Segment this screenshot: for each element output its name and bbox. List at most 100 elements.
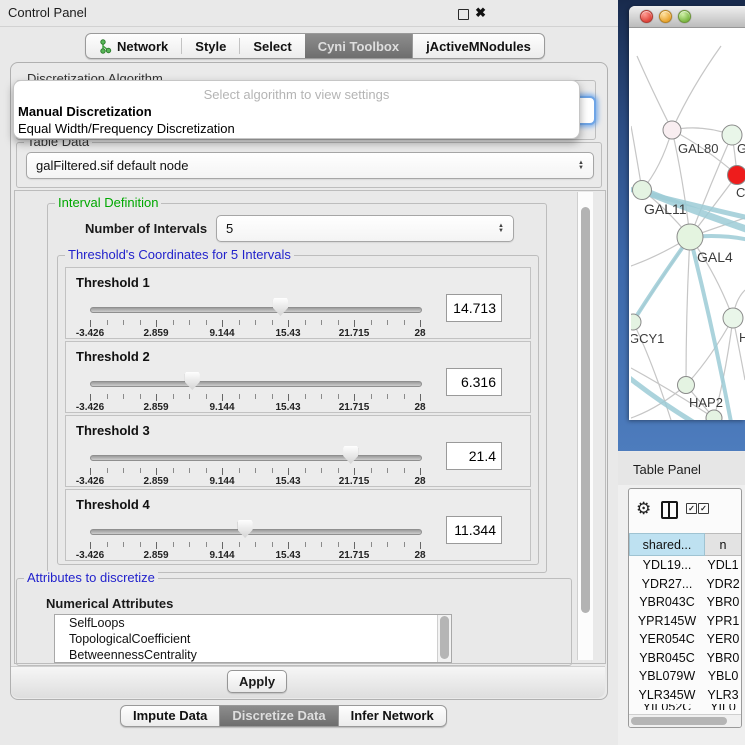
spinner-icon[interactable]: ▲▼ [497, 224, 505, 234]
cell-shared-name[interactable]: YBL079W [629, 667, 705, 686]
tab-select[interactable]: Select [240, 34, 304, 58]
tab-cyni-toolbox[interactable]: Cyni Toolbox [305, 34, 412, 58]
scrollbar-thumb[interactable] [440, 616, 449, 659]
checkbox-icon[interactable]: ✓ [686, 503, 697, 514]
tab-jactivemnodules[interactable]: jActiveMNodules [412, 34, 544, 58]
tick-mark [90, 320, 91, 327]
tick-mark [387, 394, 388, 399]
tab-style[interactable]: Style [182, 34, 239, 58]
node-label: GAL11 [644, 201, 687, 217]
cell-name[interactable]: YPR1 [705, 612, 741, 631]
threshold-1-value-field[interactable]: 14.713 [446, 294, 502, 322]
minimize-window-icon[interactable] [659, 10, 672, 23]
column-view-icon[interactable] [661, 501, 678, 519]
cell-shared-name[interactable]: YIL052C [629, 704, 705, 710]
tab-network[interactable]: Network [86, 34, 181, 58]
column-header-name[interactable]: n [705, 533, 741, 556]
column-header-shared-name[interactable]: shared... [629, 533, 705, 556]
network-edge[interactable] [686, 318, 733, 385]
cell-name[interactable]: YDR2 [705, 575, 741, 594]
tick-mark [107, 320, 108, 325]
network-node[interactable] [678, 377, 695, 394]
threshold-3-slider[interactable] [90, 455, 422, 461]
tab-discretize-data[interactable]: Discretize Data [219, 706, 338, 726]
apply-button[interactable]: Apply [227, 670, 287, 693]
cell-name[interactable]: YLR3 [705, 686, 741, 705]
tick-label: -3.426 [76, 402, 104, 413]
cell-shared-name[interactable]: YLR345W [629, 686, 705, 705]
network-node[interactable] [677, 224, 703, 250]
close-icon[interactable]: ✖ [475, 4, 486, 22]
slider-thumb[interactable] [273, 298, 288, 316]
table-row[interactable]: YBR043CYBR0 [629, 593, 741, 612]
network-edge-thick[interactable] [631, 237, 690, 328]
cell-name[interactable]: YIL0 [705, 704, 741, 710]
list-scrollbar[interactable] [437, 615, 451, 662]
cell-shared-name[interactable]: YPR145W [629, 612, 705, 631]
dropdown-item-manual-discretization[interactable]: Manual Discretization [18, 104, 152, 119]
threshold-4-slider[interactable] [90, 529, 422, 535]
network-graph: GAL80GACGAL11GAL4HGCY1HAP2 [631, 28, 745, 420]
spinner-icon[interactable]: ▲▼ [577, 161, 585, 171]
slider-thumb[interactable] [185, 372, 200, 390]
network-edge[interactable] [686, 237, 690, 385]
tick-label: -3.426 [76, 550, 104, 561]
threshold-3-value-field[interactable]: 21.4 [446, 442, 502, 470]
table-data-combobox[interactable]: galFiltered.sif default node ▲▼ [26, 152, 594, 179]
table-row[interactable]: YBR045CYBR0 [629, 649, 741, 668]
table-row[interactable]: YDR27...YDR2 [629, 575, 741, 594]
table-row[interactable]: YBL079WYBL0 [629, 667, 741, 686]
scrollbar-thumb[interactable] [581, 207, 590, 613]
table-row[interactable]: YPR145WYPR1 [629, 612, 741, 631]
network-edge[interactable] [672, 46, 721, 130]
list-item[interactable]: BetweennessCentrality [55, 647, 451, 663]
cell-name[interactable]: YER0 [705, 630, 741, 649]
tick-label: 2.859 [143, 550, 168, 561]
slider-thumb[interactable] [343, 446, 358, 464]
cell-name[interactable]: YDL1 [705, 556, 741, 575]
number-of-intervals-combobox[interactable]: 5 ▲▼ [216, 215, 514, 242]
gear-icon[interactable]: ⚙ [636, 498, 651, 520]
list-item[interactable]: SelfLoops [55, 615, 451, 631]
network-node[interactable] [633, 181, 652, 200]
threshold-4-label: Threshold 4 [76, 497, 150, 512]
network-node[interactable] [723, 308, 743, 328]
scrollbar-thumb[interactable] [631, 717, 727, 725]
table-row[interactable]: YLR345WYLR3 [629, 686, 741, 705]
network-canvas[interactable]: GAL80GACGAL11GAL4HGCY1HAP2 [631, 28, 745, 420]
attributes-group-title: Attributes to discretize [24, 571, 158, 584]
cell-shared-name[interactable]: YBR043C [629, 593, 705, 612]
tab-impute-data[interactable]: Impute Data [121, 706, 219, 726]
cell-name[interactable]: YBR0 [705, 593, 741, 612]
network-node[interactable] [631, 314, 641, 330]
dropdown-item-equal-width-frequency[interactable]: Equal Width/Frequency Discretization [18, 121, 235, 136]
cell-name[interactable]: YBL0 [705, 667, 741, 686]
table-row[interactable]: YIL052CYIL0 [629, 704, 741, 710]
cell-name[interactable]: YBR0 [705, 649, 741, 668]
slider-thumb[interactable] [238, 520, 253, 538]
float-window-icon[interactable] [458, 9, 469, 20]
tab-infer-network[interactable]: Infer Network [339, 706, 446, 726]
close-window-icon[interactable] [640, 10, 653, 23]
table-row[interactable]: YER054CYER0 [629, 630, 741, 649]
threshold-1-slider[interactable] [90, 307, 422, 313]
zoom-window-icon[interactable] [678, 10, 691, 23]
cell-shared-name[interactable]: YBR045C [629, 649, 705, 668]
threshold-2-slider[interactable] [90, 381, 422, 387]
cell-shared-name[interactable]: YDR27... [629, 575, 705, 594]
checkbox-icon[interactable]: ✓ [698, 503, 709, 514]
network-node[interactable] [663, 121, 681, 139]
numerical-attributes-list[interactable]: SelfLoopsTopologicalCoefficientBetweenne… [54, 614, 452, 663]
vertical-scrollbar[interactable] [577, 192, 593, 660]
table-row[interactable]: YDL19...YDL1 [629, 556, 741, 575]
cell-shared-name[interactable]: YDL19... [629, 556, 705, 575]
network-node[interactable] [728, 166, 745, 185]
network-edge[interactable] [642, 130, 672, 190]
cell-shared-name[interactable]: YER054C [629, 630, 705, 649]
list-item[interactable]: TopologicalCoefficient [55, 631, 451, 647]
network-edge[interactable] [637, 56, 672, 130]
threshold-2-value-field[interactable]: 6.316 [446, 368, 502, 396]
threshold-3-label: Threshold 3 [76, 423, 150, 438]
horizontal-scrollbar[interactable] [629, 714, 741, 727]
threshold-4-value-field[interactable]: 11.344 [446, 516, 502, 544]
